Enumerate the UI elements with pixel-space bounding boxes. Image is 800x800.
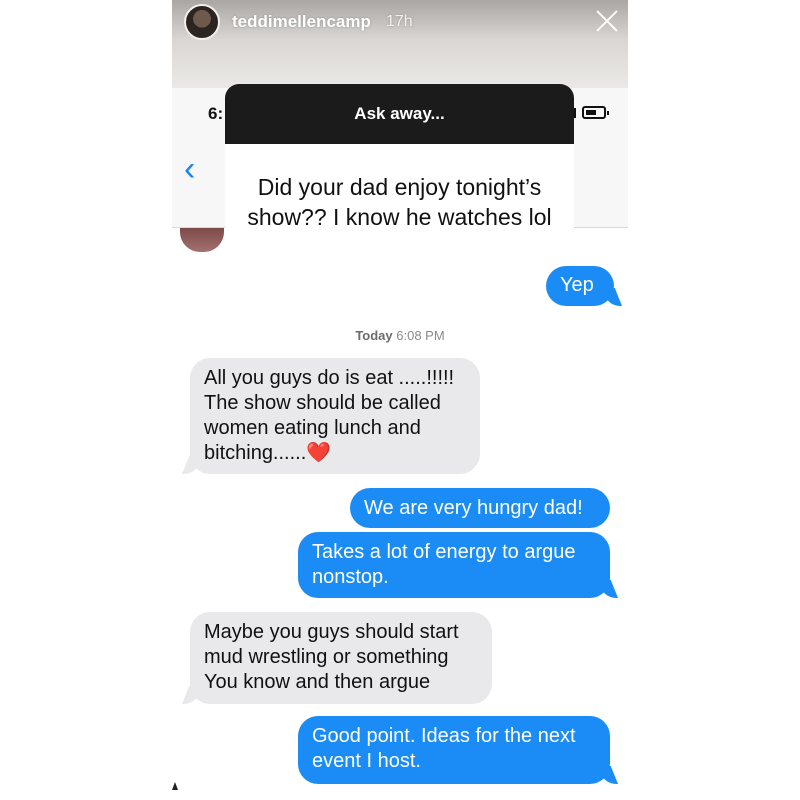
message-line: Good point. Ideas for the next bbox=[312, 725, 576, 747]
story-viewer: teddimellencamp 17h 6: ‹ Yep Ask away...… bbox=[172, 0, 628, 800]
story-time-ago: 17h bbox=[386, 13, 413, 30]
message-line: Takes a lot of energy to argue bbox=[312, 541, 576, 563]
corner-artifact bbox=[172, 782, 178, 790]
story-header: teddimellencamp 17h bbox=[172, 0, 628, 88]
message-line: event I host. bbox=[312, 750, 421, 772]
message-received-1: All you guys do is eat .....!!!!! The sh… bbox=[190, 358, 480, 474]
message-line: The show should be called bbox=[204, 392, 441, 414]
battery-icon bbox=[582, 106, 609, 119]
story-username[interactable]: teddimellencamp bbox=[232, 12, 371, 32]
message-sent-3: Takes a lot of energy to argue nonstop. bbox=[298, 532, 610, 598]
message-sent-2: We are very hungry dad! bbox=[350, 488, 610, 528]
message-text: Yep bbox=[560, 274, 594, 296]
message-line: All you guys do is eat .....!!!!! bbox=[204, 367, 455, 389]
message-text: We are very hungry dad! bbox=[364, 497, 583, 519]
timestamp-day: Today bbox=[355, 328, 393, 343]
sticker-header: Ask away... bbox=[225, 84, 574, 144]
message-line: You know and then argue bbox=[204, 671, 431, 693]
message-line: women eating lunch and bbox=[204, 417, 421, 439]
message-timestamp: Today 6:08 PM bbox=[172, 328, 628, 343]
status-bar-time: 6: bbox=[208, 104, 224, 123]
question-sticker[interactable]: Ask away... Did your dad enjoy tonight’s… bbox=[225, 84, 574, 254]
contact-avatar bbox=[180, 228, 224, 252]
timestamp-time: 6:08 PM bbox=[396, 328, 445, 343]
message-line: Maybe you guys should start bbox=[204, 621, 459, 643]
message-sent-4: Good point. Ideas for the next event I h… bbox=[298, 716, 610, 784]
message-received-2: Maybe you guys should start mud wrestlin… bbox=[190, 612, 492, 704]
profile-avatar[interactable] bbox=[184, 4, 220, 40]
chevron-left-icon[interactable]: ‹ bbox=[184, 152, 195, 186]
sticker-question: Did your dad enjoy tonight’s show?? I kn… bbox=[247, 174, 552, 230]
close-icon[interactable] bbox=[594, 8, 620, 34]
message-line: bitching......❤️ bbox=[204, 441, 466, 466]
message-line: nonstop. bbox=[312, 566, 389, 588]
message-sent-yep: Yep bbox=[546, 266, 614, 306]
message-line: mud wrestling or something bbox=[204, 646, 449, 668]
heart-emoji-icon: ❤️ bbox=[306, 442, 332, 464]
message-text: bitching...... bbox=[204, 442, 307, 464]
